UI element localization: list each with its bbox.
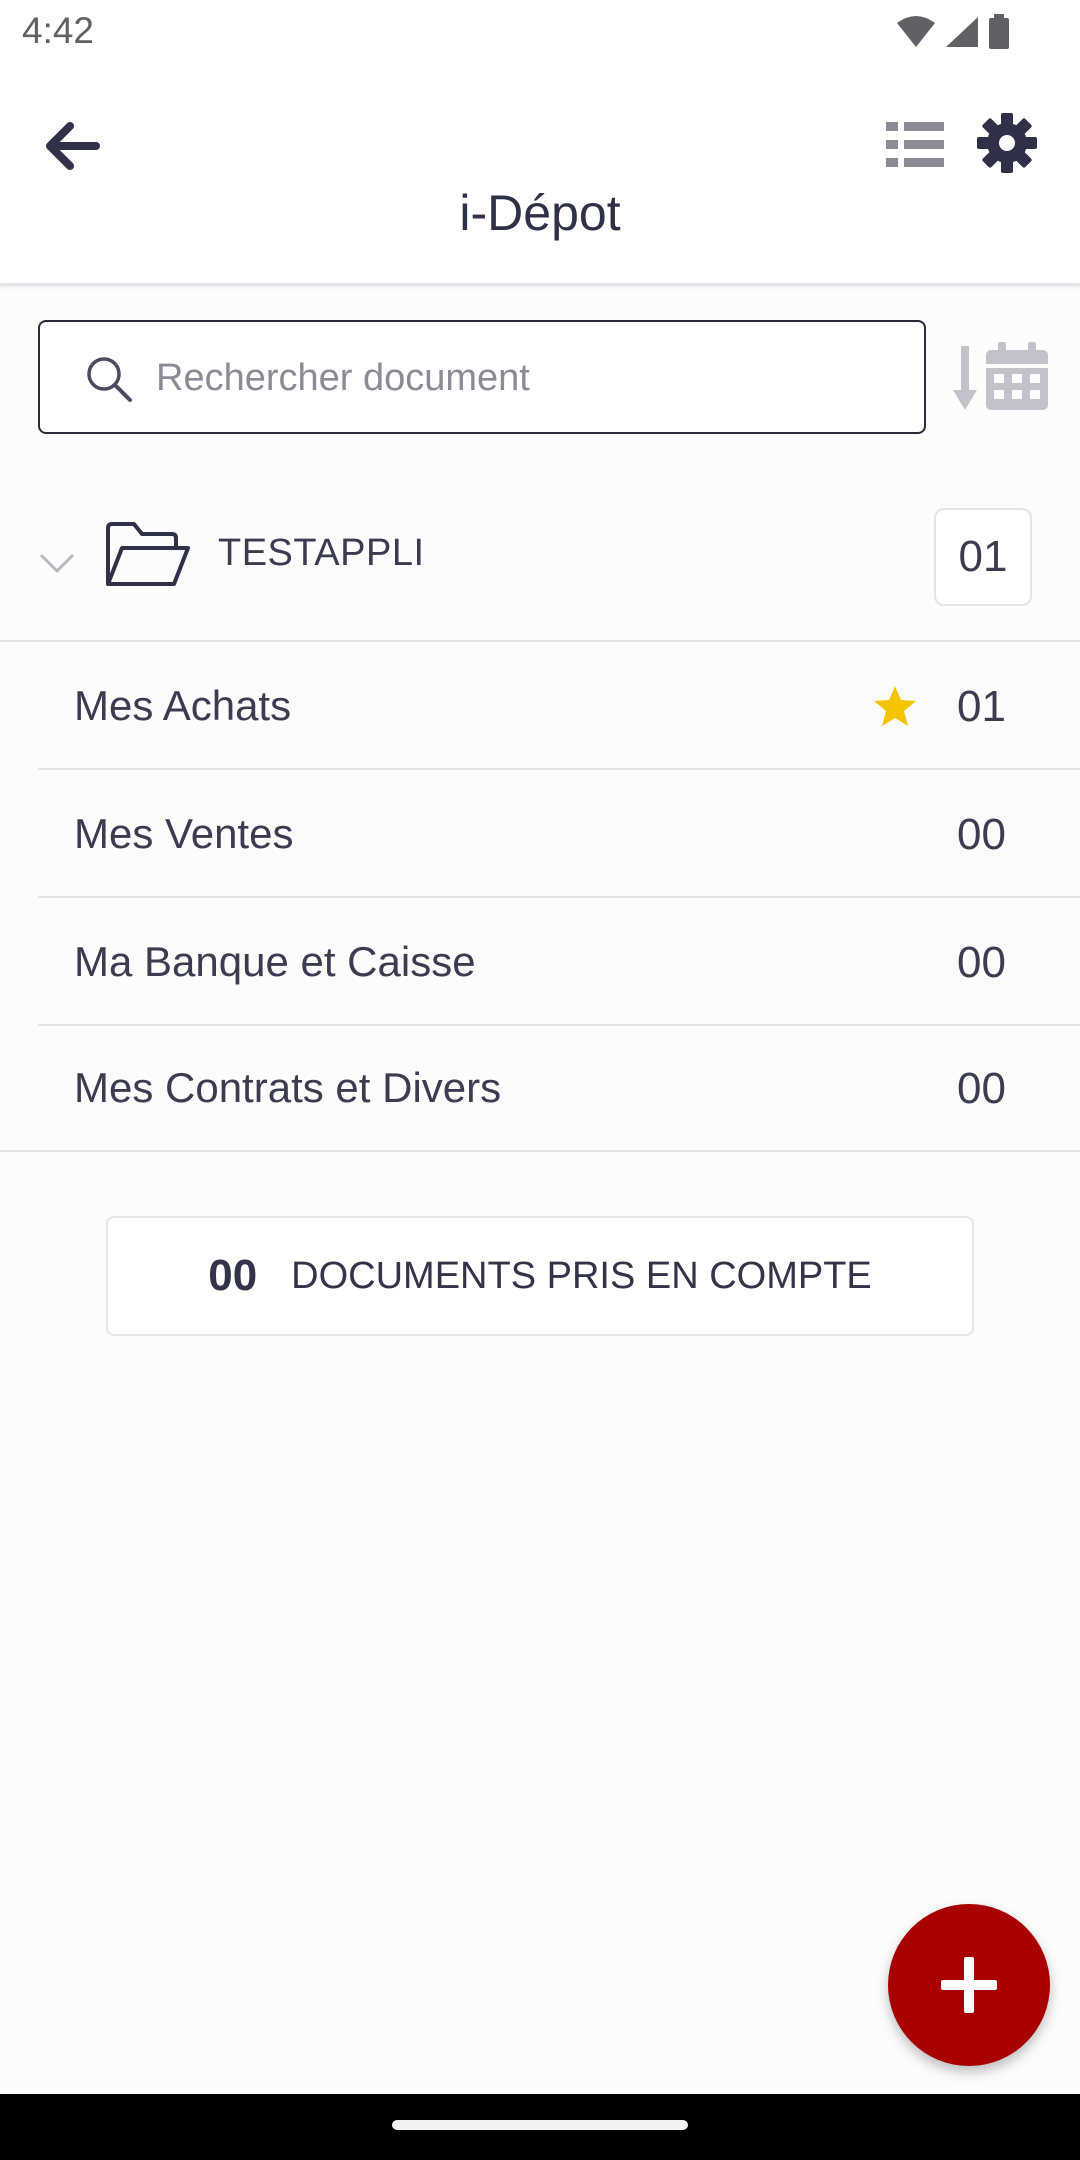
search-input[interactable] [156, 350, 896, 406]
category-label: Mes Achats [74, 682, 292, 729]
category-label: Ma Banque et Caisse [74, 938, 476, 985]
sort-by-date-icon [953, 342, 1048, 410]
folder-open-icon [106, 522, 190, 586]
list-icon [886, 122, 944, 167]
category-count: 00 [957, 938, 1006, 987]
arrow-left-icon [46, 122, 100, 170]
documents-count: 00 [208, 1251, 258, 1300]
category-label: Mes Ventes [74, 810, 294, 857]
star-icon[interactable] [872, 684, 918, 728]
status-bar: 4:42 [0, 0, 1080, 66]
category-item-ma-banque-et-caisse[interactable]: Ma Banque et Caisse 00 [0, 898, 1080, 1026]
chevron-down-icon [40, 554, 74, 573]
status-time: 4:42 [22, 10, 95, 51]
category-item-mes-ventes[interactable]: Mes Ventes 00 [0, 770, 1080, 898]
category-count: 00 [957, 810, 1006, 859]
signal-icon [946, 17, 978, 47]
settings-button[interactable] [972, 108, 1042, 178]
documents-summary: 00 DOCUMENTS PRIS EN COMPTE [106, 1216, 974, 1336]
folder-name: TESTAPPLI [218, 532, 425, 574]
folder-row[interactable]: TESTAPPLI 01 [0, 486, 1080, 642]
add-document-button[interactable] [888, 1904, 1050, 2066]
category-count: 00 [957, 1064, 1006, 1113]
category-label: Mes Contrats et Divers [74, 1064, 502, 1111]
back-button[interactable] [36, 110, 108, 182]
documents-label: DOCUMENTS PRIS EN COMPTE [291, 1254, 872, 1297]
category-item-mes-achats[interactable]: Mes Achats 01 [0, 642, 1080, 770]
divider [0, 1150, 1080, 1152]
page-title: i-Dépot [459, 185, 621, 241]
search-icon [87, 357, 132, 402]
wifi-icon [897, 16, 935, 47]
system-nav-bar [0, 2094, 1080, 2160]
battery-icon [989, 14, 1009, 49]
search-box[interactable] [38, 320, 926, 434]
gear-icon [977, 113, 1037, 173]
plus-icon [941, 1957, 997, 2013]
list-view-button[interactable] [880, 110, 950, 180]
home-indicator[interactable] [392, 2120, 688, 2130]
sort-by-date-button[interactable] [952, 340, 1052, 416]
category-count: 01 [957, 682, 1006, 731]
folder-count-badge: 01 [934, 508, 1032, 606]
category-item-mes-contrats-et-divers[interactable]: Mes Contrats et Divers 00 [0, 1024, 1080, 1152]
status-icons [896, 14, 1010, 50]
app-header: i-Dépot [0, 66, 1080, 286]
